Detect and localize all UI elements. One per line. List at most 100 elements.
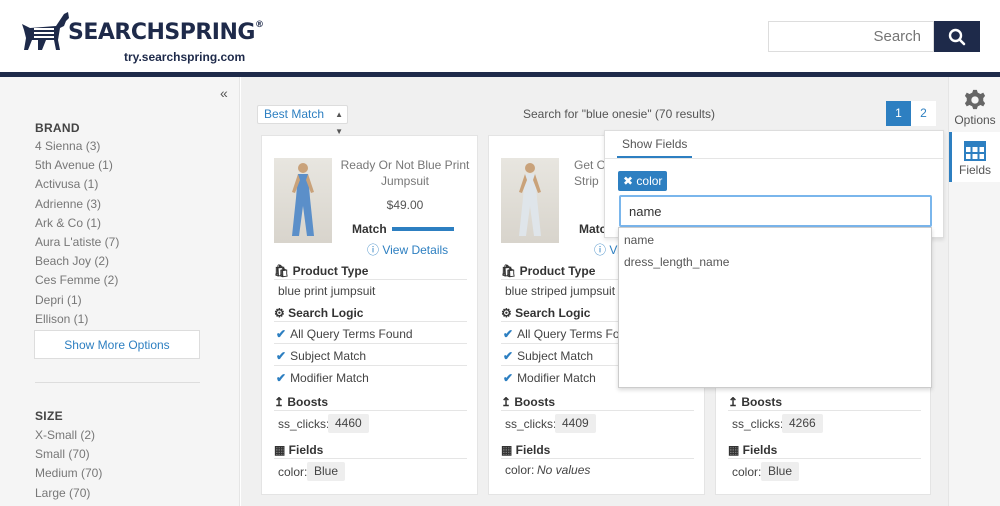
- section-divider: [501, 410, 694, 411]
- view-details-link[interactable]: ⓘ View Details: [367, 241, 448, 258]
- product-price: $49.00: [386, 198, 424, 212]
- field-key: color:: [278, 465, 308, 479]
- info-icon: ⓘ: [594, 243, 610, 257]
- facet-title-size: SIZE: [35, 409, 63, 423]
- facet-option[interactable]: X-Small (2): [35, 426, 102, 445]
- jumpsuit-figure-icon: [519, 163, 541, 236]
- facet-option[interactable]: 5th Avenue (1): [35, 156, 119, 175]
- collapse-left-icon[interactable]: «: [220, 85, 228, 101]
- product-type-heading: 🛍 Product Type: [501, 264, 596, 278]
- gear-icon: ⚙: [274, 306, 289, 320]
- info-icon: ⓘ: [367, 243, 383, 257]
- panel-divider: [605, 158, 943, 159]
- search-logic-heading: ⚙ Search Logic: [274, 306, 364, 320]
- table-icon: ▦: [501, 443, 516, 457]
- logic-item: ✔ All Query Terms Found: [276, 327, 413, 341]
- boost-value: 4409: [555, 414, 596, 433]
- check-icon: ✔: [276, 327, 287, 341]
- fields-label: Fields: [958, 163, 991, 177]
- facet-divider: [35, 382, 200, 383]
- match-bar: [392, 227, 454, 231]
- boost-value: 4266: [782, 414, 823, 433]
- field-chip-color[interactable]: ✖ color: [618, 171, 668, 191]
- section-divider: [274, 458, 467, 459]
- search-button[interactable]: [934, 21, 980, 52]
- product-type-value: blue striped jumpsuit: [505, 284, 616, 298]
- table-icon: ▦: [728, 443, 743, 457]
- gear-icon: [964, 89, 986, 110]
- section-divider: [274, 410, 467, 411]
- field-key: color:: [732, 465, 762, 479]
- section-divider: [274, 279, 467, 280]
- facet-option[interactable]: Ellison (1): [35, 310, 119, 329]
- sort-icon: ↥: [728, 395, 742, 409]
- section-divider: [274, 343, 467, 344]
- facet-list-brand: 4 Sienna (3) 5th Avenue (1) Activusa (1)…: [35, 137, 119, 329]
- page-button-2[interactable]: 2: [911, 101, 936, 126]
- fields-button[interactable]: Fields: [949, 141, 1000, 177]
- section-divider: [274, 321, 467, 322]
- field-suggestions: name dress_length_name: [618, 227, 932, 388]
- sort-value: Best Match: [264, 107, 325, 121]
- gear-icon: ⚙: [501, 306, 516, 320]
- boosts-heading: ↥ Boosts: [501, 395, 556, 409]
- check-icon: ✔: [276, 349, 287, 363]
- logic-item: ✔ Subject Match: [276, 349, 367, 363]
- header: SEARCHSPRING® try.searchspring.com: [0, 0, 1000, 72]
- fields-heading: ▦ Fields: [274, 443, 324, 457]
- facet-option[interactable]: 4 Sienna (3): [35, 137, 119, 156]
- page-button-1[interactable]: 1: [886, 101, 911, 126]
- facet-option[interactable]: Ark & Co (1): [35, 214, 119, 233]
- section-divider: [728, 410, 921, 411]
- facet-option[interactable]: Adrienne (3): [35, 195, 119, 214]
- logo-wordmark: SEARCHSPRING®: [68, 20, 264, 45]
- suggestion-item[interactable]: name: [624, 233, 654, 247]
- check-icon: ✔: [503, 349, 514, 363]
- check-icon: ✔: [276, 371, 287, 385]
- field-search-input[interactable]: [619, 195, 932, 227]
- field-value: Blue: [761, 462, 800, 481]
- sort-icon: ↥: [501, 395, 515, 409]
- suggestion-item[interactable]: dress_length_name: [624, 255, 729, 269]
- table-icon: [964, 141, 986, 161]
- boost-key: ss_clicks:: [505, 417, 557, 431]
- product-name[interactable]: Ready Or Not Blue Print Jumpsuit: [340, 157, 470, 189]
- facet-option[interactable]: Large (70): [35, 484, 102, 503]
- search-input[interactable]: [769, 22, 933, 51]
- product-type-heading: 🛍 Product Type: [274, 264, 369, 278]
- field-value: Blue: [307, 462, 346, 481]
- bag-icon: 🛍: [501, 264, 520, 278]
- match-label: Matc: [579, 222, 607, 236]
- logic-item: ✔ All Query Terms Fou: [503, 327, 627, 341]
- facet-option[interactable]: Medium (70): [35, 464, 102, 483]
- sort-select[interactable]: Best Match ▲ ▼: [257, 105, 348, 136]
- section-divider: [501, 458, 694, 459]
- logic-item: ✔ Modifier Match: [503, 371, 596, 385]
- result-card: Ready Or Not Blue Print Jumpsuit $49.00 …: [261, 135, 478, 495]
- product-image[interactable]: [501, 158, 559, 243]
- boost-key: ss_clicks:: [278, 417, 330, 431]
- facet-option[interactable]: Small (70): [35, 445, 102, 464]
- bag-icon: 🛍: [274, 264, 293, 278]
- facet-option[interactable]: Activusa (1): [35, 175, 119, 194]
- right-rail: Options Fields: [948, 77, 1000, 506]
- logic-item: ✔ Modifier Match: [276, 371, 369, 385]
- facet-option[interactable]: Beach Joy (2): [35, 252, 119, 271]
- options-button[interactable]: Options: [949, 89, 1000, 127]
- facet-option[interactable]: Aura L'atiste (7): [35, 233, 119, 252]
- facet-option[interactable]: Ces Femme (2): [35, 271, 119, 290]
- show-more-options-button[interactable]: Show More Options: [34, 330, 200, 359]
- logo[interactable]: SEARCHSPRING® try.searchspring.com: [20, 10, 264, 66]
- product-image[interactable]: [274, 158, 332, 243]
- facet-option[interactable]: Depri (1): [35, 291, 119, 310]
- product-type-value: blue print jumpsuit: [278, 284, 376, 298]
- tab-show-fields[interactable]: Show Fields: [617, 131, 693, 158]
- match-label: Match: [352, 222, 387, 236]
- close-icon[interactable]: ✖: [623, 174, 636, 188]
- logo-url: try.searchspring.com: [124, 50, 246, 64]
- boost-key: ss_clicks:: [732, 417, 784, 431]
- view-details-link[interactable]: ⓘ Vi: [594, 241, 620, 258]
- search-box: [768, 21, 934, 52]
- fields-heading: ▦ Fields: [501, 443, 551, 457]
- dog-logo-icon: [22, 12, 69, 50]
